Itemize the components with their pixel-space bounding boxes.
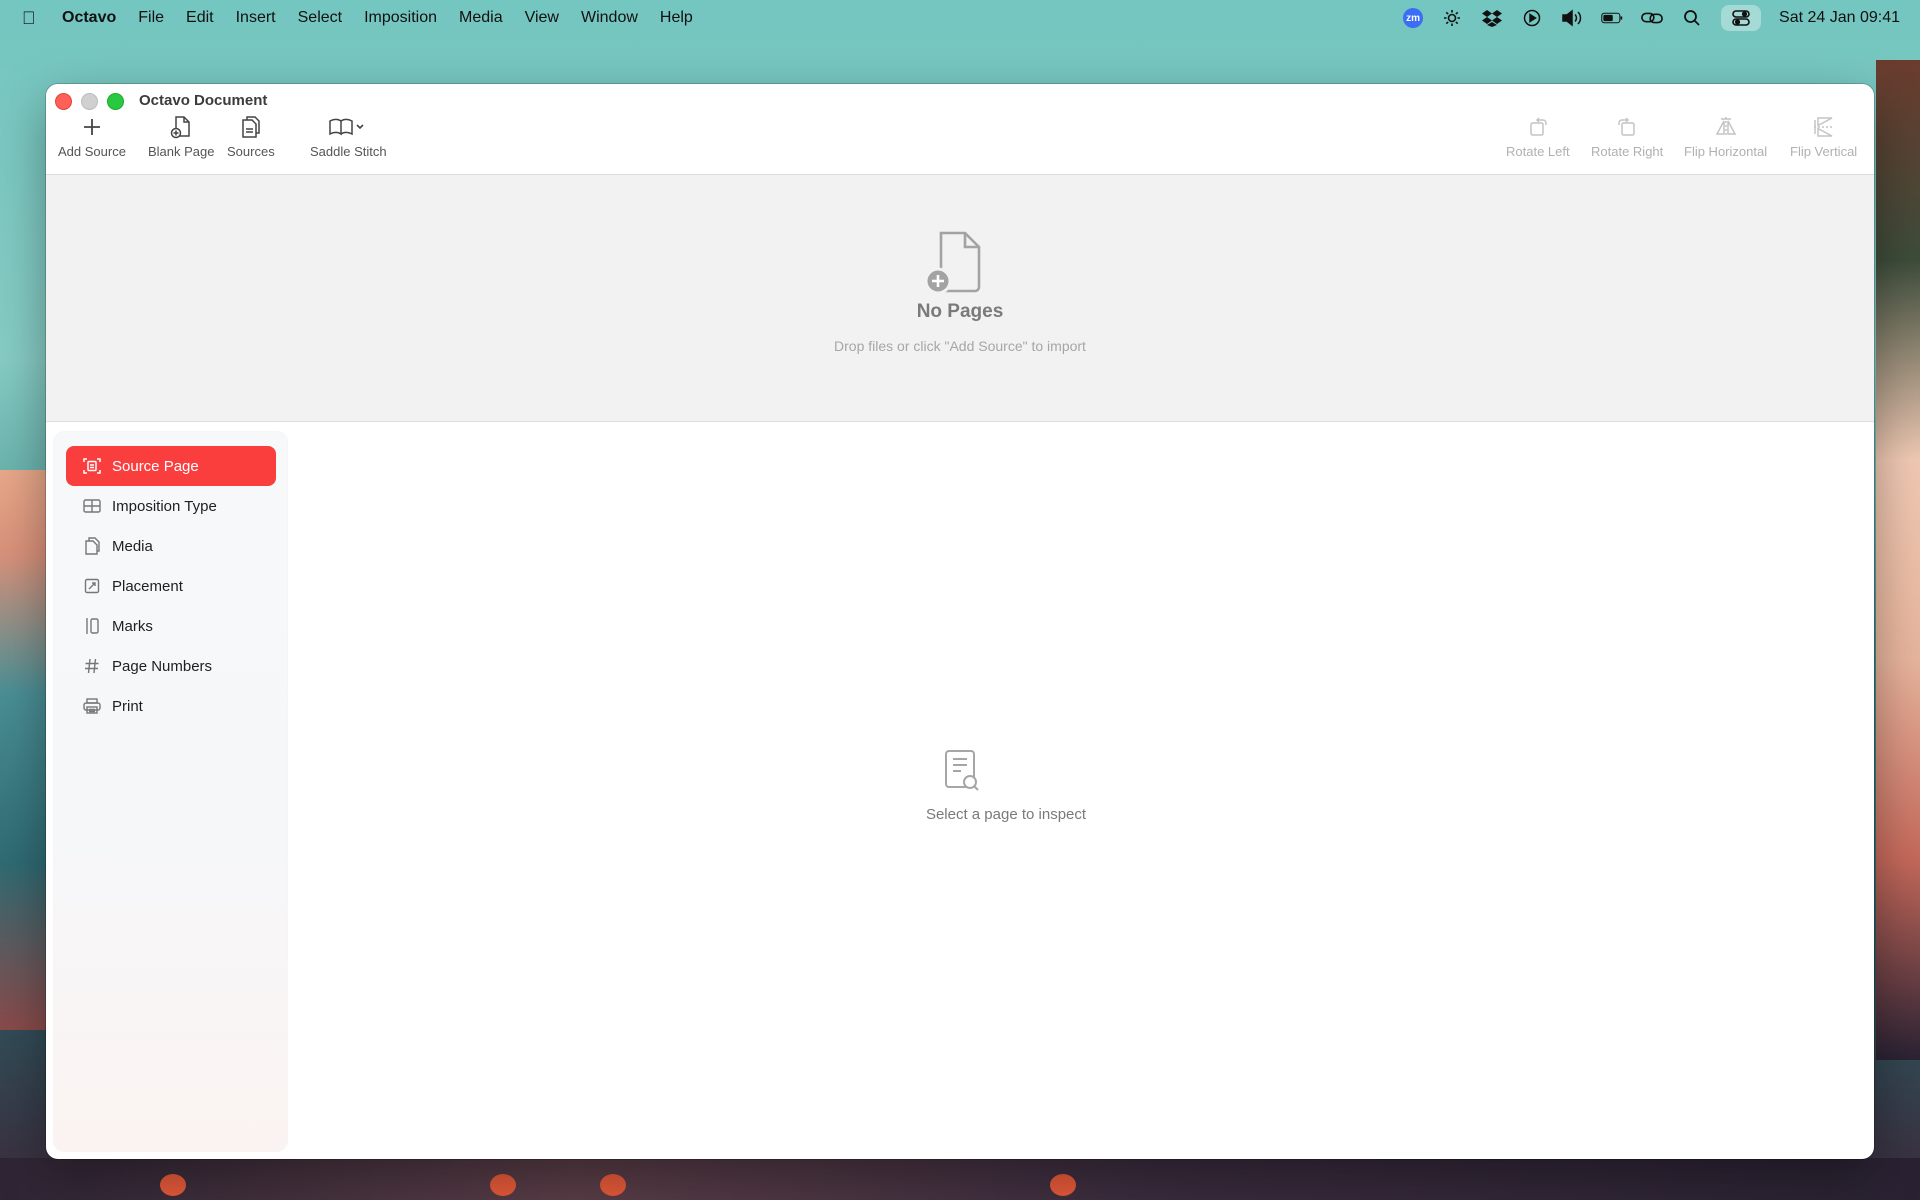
menu-edit[interactable]: Edit: [186, 9, 214, 27]
window-title: Octavo Document: [139, 92, 268, 109]
menu-media[interactable]: Media: [459, 9, 503, 27]
inspector-empty-message: Select a page to inspect: [925, 806, 1087, 823]
no-pages-title: No Pages: [916, 301, 1004, 322]
flip-horizontal-icon: [1715, 117, 1736, 137]
flower-decoration: [160, 1174, 186, 1196]
sources-button[interactable]: Sources: [227, 112, 275, 159]
inspector-sidebar: Source Page Imposition Type Media Placem…: [54, 432, 287, 1151]
menu-bar:  Octavo File Edit Insert Select Imposit…: [0, 0, 1920, 36]
menu-imposition[interactable]: Imposition: [364, 9, 437, 27]
blank-page-button[interactable]: Blank Page: [148, 112, 215, 159]
blank-page-label: Blank Page: [148, 144, 215, 159]
inspect-document-icon: [945, 750, 979, 791]
sidebar-item-label: Placement: [112, 577, 183, 595]
no-pages-hint: Drop files or click "Add Source" to impo…: [834, 338, 1086, 354]
menu-file[interactable]: File: [138, 9, 164, 27]
menu-window[interactable]: Window: [581, 9, 638, 27]
menu-help[interactable]: Help: [660, 9, 693, 27]
menu-select[interactable]: Select: [298, 9, 342, 27]
rotate-left-label: Rotate Left: [1506, 144, 1570, 159]
flip-vertical-button[interactable]: Flip Vertical: [1790, 112, 1857, 159]
hash-icon: [82, 656, 102, 676]
source-page-icon: [82, 456, 102, 476]
sidebar-item-label: Source Page: [112, 457, 199, 475]
saddle-stitch-label: Saddle Stitch: [310, 144, 387, 159]
battery-icon[interactable]: [1601, 9, 1623, 27]
add-document-icon: [925, 231, 981, 295]
flip-horizontal-label: Flip Horizontal: [1684, 144, 1768, 159]
flip-vertical-icon: [1813, 117, 1834, 137]
sidebar-item-print[interactable]: Print: [66, 686, 276, 726]
sidebar-item-label: Media: [112, 537, 153, 555]
status-area: zm Sat 24 Jan 09:41: [1403, 0, 1900, 36]
flip-horizontal-button[interactable]: Flip Horizontal: [1684, 112, 1767, 159]
sidebar-item-label: Imposition Type: [112, 497, 217, 515]
menu-app-name[interactable]: Octavo: [62, 9, 116, 27]
sidebar-item-media[interactable]: Media: [66, 526, 276, 566]
plus-icon: [83, 119, 100, 135]
sidebar-item-placement[interactable]: Placement: [66, 566, 276, 606]
rotate-right-icon: [1618, 117, 1635, 136]
media-icon: [82, 536, 102, 556]
app-window: Octavo Document Add Source Blank Page So…: [46, 84, 1874, 1159]
blank-page-icon: [171, 116, 190, 139]
play-icon[interactable]: [1521, 9, 1543, 27]
wallpaper-bottom: [0, 1158, 1920, 1200]
sources-label: Sources: [227, 144, 275, 159]
saddle-stitch-dropdown[interactable]: Saddle Stitch: [310, 112, 387, 159]
window-toolbar: Octavo Document Add Source Blank Page So…: [46, 84, 1874, 175]
rotate-left-icon: [1530, 117, 1547, 136]
flip-vertical-label: Flip Vertical: [1790, 144, 1858, 159]
grid-icon: [82, 496, 102, 516]
sidebar-item-source-page[interactable]: Source Page: [66, 446, 276, 486]
window-zoom-button[interactable]: [107, 93, 124, 110]
marks-icon: [82, 616, 102, 636]
brightness-icon[interactable]: [1441, 9, 1463, 27]
printer-icon: [82, 696, 102, 716]
pages-drop-area[interactable]: No Pages Drop files or click "Add Source…: [46, 175, 1874, 422]
menu-insert[interactable]: Insert: [236, 9, 276, 27]
apple-icon[interactable]: : [22, 9, 38, 27]
wallpaper-right: [1876, 60, 1920, 1060]
menubar-clock[interactable]: Sat 24 Jan 09:41: [1779, 9, 1900, 27]
sidebar-item-imposition-type[interactable]: Imposition Type: [66, 486, 276, 526]
sources-icon: [242, 116, 260, 138]
window-minimize-button[interactable]: [81, 93, 98, 110]
add-source-label: Add Source: [58, 144, 126, 159]
search-icon[interactable]: [1681, 9, 1703, 27]
flower-decoration: [1050, 1174, 1076, 1196]
wallpaper-left: [0, 470, 48, 1030]
add-source-button[interactable]: Add Source: [58, 112, 126, 159]
menu-view[interactable]: View: [525, 9, 559, 27]
volume-icon[interactable]: [1561, 9, 1583, 27]
rotate-right-button[interactable]: Rotate Right: [1591, 112, 1663, 159]
zoom-icon[interactable]: zm: [1403, 8, 1424, 28]
window-close-button[interactable]: [55, 93, 72, 110]
rotate-left-button[interactable]: Rotate Left: [1506, 112, 1570, 159]
sidebar-item-label: Print: [112, 697, 143, 715]
placement-icon: [82, 576, 102, 596]
flower-decoration: [490, 1174, 516, 1196]
book-icon: [329, 118, 364, 136]
dropbox-icon[interactable]: [1481, 9, 1503, 27]
sidebar-item-marks[interactable]: Marks: [66, 606, 276, 646]
flower-decoration: [600, 1174, 626, 1196]
link-icon[interactable]: [1641, 9, 1663, 27]
control-center-icon[interactable]: [1721, 5, 1762, 31]
sidebar-item-page-numbers[interactable]: Page Numbers: [66, 646, 276, 686]
sidebar-item-label: Marks: [112, 617, 153, 635]
sidebar-item-label: Page Numbers: [112, 657, 213, 675]
rotate-right-label: Rotate Right: [1591, 144, 1664, 159]
